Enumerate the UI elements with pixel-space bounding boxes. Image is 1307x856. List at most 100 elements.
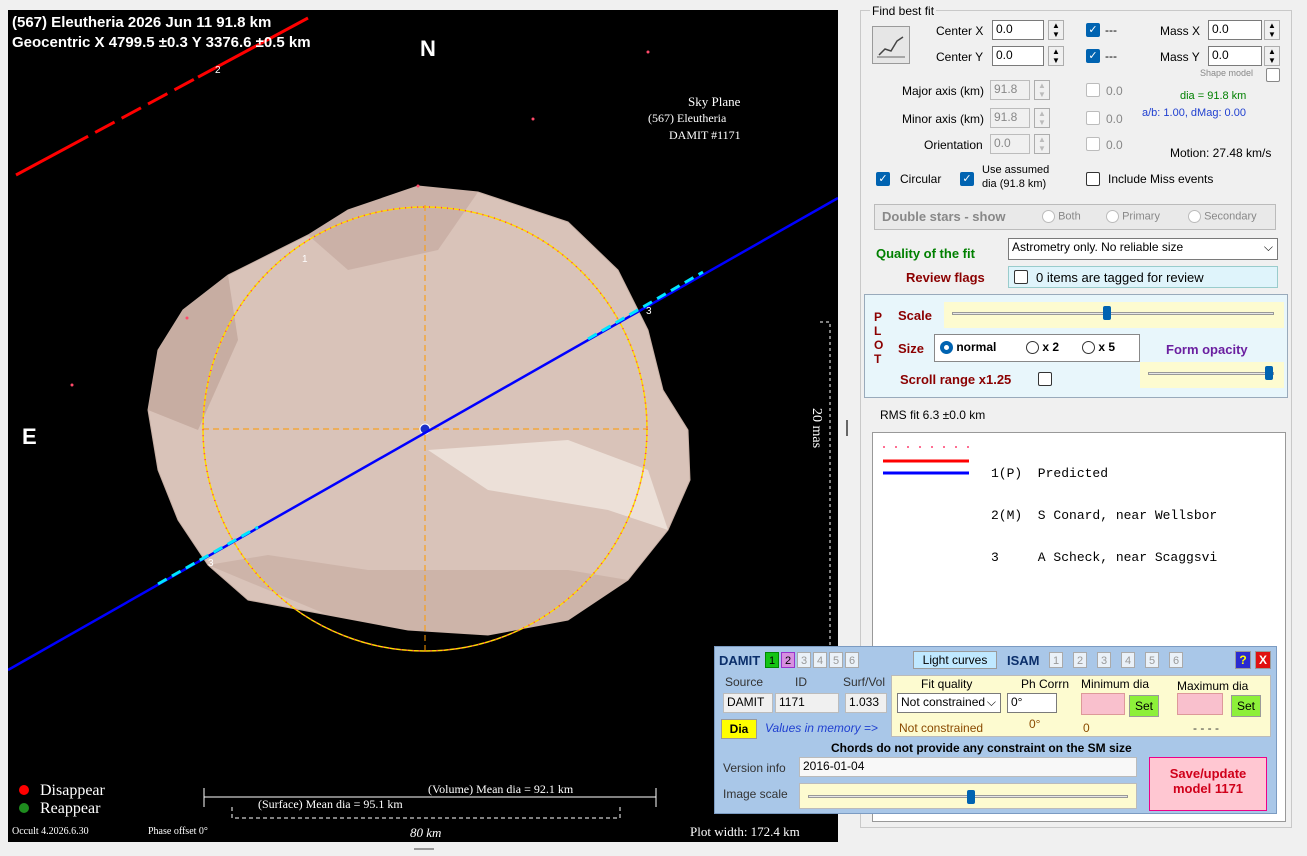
minor-axis-spinner[interactable]: ▲ ▼	[1034, 108, 1050, 128]
center-y-spinner[interactable]: ▲ ▼	[1048, 46, 1064, 66]
damit-num-2[interactable]: 2	[781, 652, 795, 668]
version-info-field[interactable]: 2016-01-04	[799, 757, 1137, 777]
find-best-fit-title: Find best fit	[870, 4, 937, 18]
orientation-uncert: 0.0	[1106, 138, 1123, 152]
chord-item-1[interactable]: 1(P) Predicted	[991, 467, 1217, 481]
quality-label: Quality of the fit	[876, 246, 975, 261]
chord-item-3[interactable]: 3 A Scheck, near Scaggsvi	[991, 551, 1217, 565]
help-button[interactable]: ?	[1235, 651, 1251, 669]
shape-model-checkbox[interactable]	[1266, 68, 1280, 82]
size-x2-radio[interactable]: x 2	[1026, 340, 1059, 355]
damit-surf-field: 1.033	[845, 693, 887, 713]
plot-vertical-label: P L O T	[874, 310, 883, 366]
review-flags-checkbox[interactable]	[1014, 270, 1028, 284]
major-axis-spinner[interactable]: ▲ ▼	[1034, 80, 1050, 100]
size-x5-radio[interactable]: x 5	[1082, 340, 1115, 355]
min-dia-set-button[interactable]: Set	[1129, 695, 1159, 717]
damit-num-4[interactable]: 4	[813, 652, 827, 668]
opacity-track	[1148, 372, 1274, 375]
max-dia-input[interactable]	[1177, 693, 1223, 715]
use-assumed-checkbox[interactable]: ✓	[960, 172, 974, 186]
opacity-thumb[interactable]	[1264, 366, 1273, 380]
ph-corrn-input[interactable]: 0°	[1007, 693, 1057, 713]
damit-num-1[interactable]: 1	[765, 652, 779, 668]
minor-axis-checkbox[interactable]	[1086, 111, 1100, 125]
mass-x-spinner[interactable]: ▲ ▼	[1264, 20, 1280, 40]
mem-min-dia: 0	[1083, 721, 1090, 735]
double-primary-radio[interactable]: Primary	[1106, 210, 1160, 223]
chord-label-3a: 3	[646, 306, 652, 317]
center-x-input[interactable]: 0.0	[992, 20, 1044, 40]
isam-num-3[interactable]: 3	[1097, 652, 1111, 668]
orientation-input[interactable]: 0.0	[990, 134, 1030, 154]
mem-ph-corrn: 0°	[1029, 717, 1041, 731]
quality-value: Astrometry only. No reliable size	[1012, 240, 1184, 254]
hdr-id: ID	[795, 675, 807, 689]
major-axis-input[interactable]: 91.8	[990, 80, 1030, 100]
center-y-input[interactable]: 0.0	[992, 46, 1044, 66]
use-assumed-dia: dia (91.8 km)	[982, 178, 1047, 190]
light-curves-button[interactable]: Light curves	[913, 651, 997, 669]
isam-model-numbers: 123456	[1049, 652, 1193, 668]
double-secondary-radio[interactable]: Secondary	[1188, 210, 1257, 223]
legend-reappear: Reappear	[40, 800, 101, 817]
mass-x-input[interactable]: 0.0	[1208, 20, 1262, 40]
isam-num-6[interactable]: 6	[1169, 652, 1183, 668]
dia-button[interactable]: Dia	[721, 719, 757, 739]
min-dia-input[interactable]	[1081, 693, 1125, 715]
center-y-checkbox[interactable]: ✓	[1086, 49, 1100, 63]
center-x-checkbox[interactable]: ✓	[1086, 23, 1100, 37]
phase-offset: Phase offset 0°	[148, 826, 208, 837]
image-scale-thumb[interactable]	[967, 790, 976, 804]
isam-num-1[interactable]: 1	[1049, 652, 1063, 668]
both-radio-dot	[1042, 210, 1055, 223]
east-label: E	[22, 424, 37, 449]
minor-axis-input[interactable]: 91.8	[990, 108, 1030, 128]
scroll-range-checkbox[interactable]	[1038, 372, 1052, 386]
save-update-label: Save/update	[1169, 766, 1247, 781]
plot-letter-o: O	[874, 338, 884, 352]
damit-num-3[interactable]: 3	[797, 652, 811, 668]
scale-slider[interactable]	[944, 302, 1284, 328]
isam-num-5[interactable]: 5	[1145, 652, 1159, 668]
chord-label-2: 2	[215, 65, 221, 76]
fit-quality-select[interactable]: Not constrained ⌵	[897, 693, 1001, 713]
sky-plane-damit: DAMIT #1171	[669, 128, 741, 142]
save-model-label: model 1171	[1172, 781, 1244, 796]
damit-num-5[interactable]: 5	[829, 652, 843, 668]
max-dia-set-button[interactable]: Set	[1231, 695, 1261, 717]
center-x-spinner[interactable]: ▲ ▼	[1048, 20, 1064, 40]
minor-axis-uncert: 0.0	[1106, 112, 1123, 126]
auto-fit-button[interactable]	[872, 26, 910, 64]
mass-x-label: Mass X	[1160, 24, 1201, 38]
mass-y-spinner[interactable]: ▲ ▼	[1264, 46, 1280, 66]
scale-label: Scale	[898, 308, 932, 323]
splitter-handle[interactable]	[846, 420, 848, 436]
orientation-checkbox[interactable]	[1086, 137, 1100, 151]
isam-num-2[interactable]: 2	[1073, 652, 1087, 668]
double-both-radio[interactable]: Both	[1042, 210, 1081, 223]
review-flags-label: Review flags	[906, 270, 985, 285]
quality-select[interactable]: Astrometry only. No reliable size ⌵	[1008, 238, 1278, 260]
close-button[interactable]: X	[1255, 651, 1271, 669]
circular-checkbox[interactable]: ✓	[876, 172, 890, 186]
reappear-dot	[19, 803, 29, 813]
damit-num-6[interactable]: 6	[845, 652, 859, 668]
include-miss-checkbox[interactable]	[1086, 172, 1100, 186]
image-scale-label: Image scale	[723, 787, 788, 801]
scale-thumb[interactable]	[1102, 306, 1111, 320]
mass-y-input[interactable]: 0.0	[1208, 46, 1262, 66]
opacity-slider[interactable]	[1140, 362, 1284, 388]
chords-note: Chords do not provide any constraint on …	[831, 741, 1132, 755]
hdr-min-dia: Minimum dia	[1081, 677, 1150, 691]
size-normal-radio[interactable]: normal	[940, 340, 996, 355]
save-update-model-button[interactable]: Save/update model 1171	[1149, 757, 1267, 811]
orientation-spinner[interactable]: ▲ ▼	[1034, 134, 1050, 154]
chord-item-2[interactable]: 2(M) S Conard, near Wellsbor	[991, 509, 1217, 523]
major-axis-checkbox[interactable]	[1086, 83, 1100, 97]
image-scale-slider[interactable]	[799, 783, 1137, 809]
motion-value: Motion: 27.48 km/s	[1170, 146, 1272, 160]
center-x-dash: ---	[1105, 23, 1117, 37]
isam-num-4[interactable]: 4	[1121, 652, 1135, 668]
resize-grip[interactable]	[414, 848, 434, 850]
